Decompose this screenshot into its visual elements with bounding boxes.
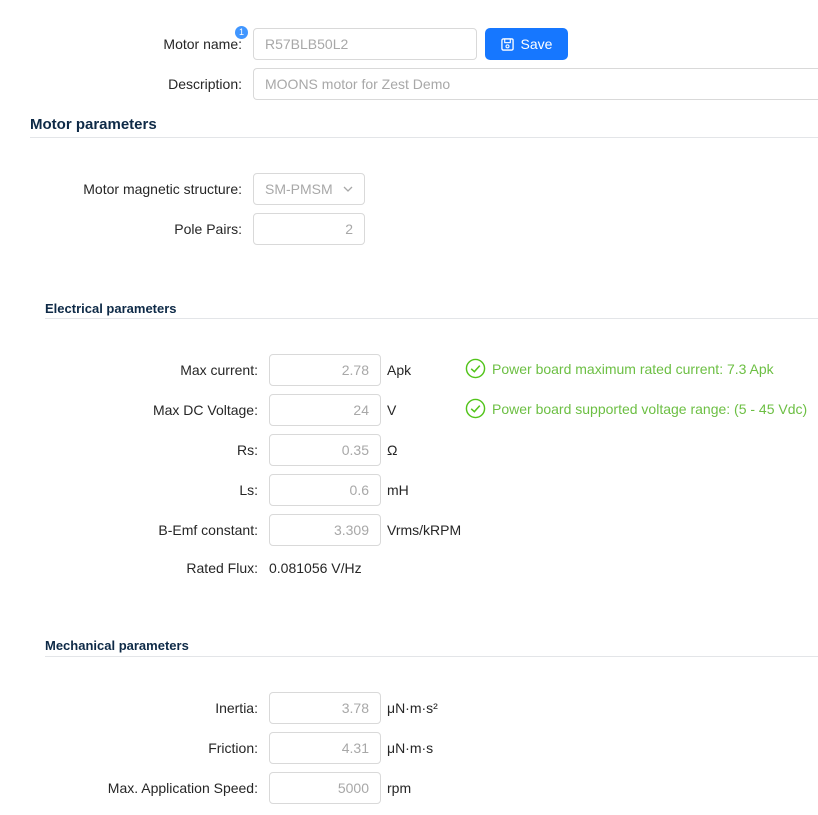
structure-label: Motor magnetic structure: bbox=[83, 181, 242, 197]
inertia-input[interactable]: 3.78 bbox=[269, 692, 381, 724]
max-speed-label: Max. Application Speed: bbox=[107, 780, 258, 796]
rs-input[interactable]: 0.35 bbox=[269, 434, 381, 466]
ls-label: Ls: bbox=[239, 482, 258, 498]
structure-select[interactable]: SM-PMSM bbox=[253, 173, 365, 205]
electrical-parameters-divider bbox=[45, 318, 818, 319]
motor-parameters-divider bbox=[30, 137, 818, 138]
max-dc-voltage-unit: V bbox=[387, 402, 397, 418]
notification-badge: 1 bbox=[235, 26, 248, 39]
rs-unit: Ω bbox=[387, 442, 398, 458]
max-speed-unit: rpm bbox=[387, 780, 412, 796]
motor-name-input[interactable]: R57BLB50L2 bbox=[253, 28, 477, 60]
ls-unit: mH bbox=[387, 482, 409, 498]
rs-label: Rs: bbox=[237, 442, 258, 458]
max-dc-voltage-label: Max DC Voltage: bbox=[152, 402, 258, 418]
save-icon bbox=[500, 37, 514, 51]
mechanical-parameters-divider bbox=[45, 656, 818, 657]
bemf-label: B-Emf constant: bbox=[158, 522, 258, 538]
max-dc-voltage-status: Power board supported voltage range: (5 … bbox=[465, 398, 807, 419]
pole-pairs-label: Pole Pairs: bbox=[174, 221, 242, 237]
max-current-label: Max current: bbox=[180, 362, 258, 378]
save-button-label: Save bbox=[520, 36, 553, 52]
description-input[interactable]: MOONS motor for Zest Demo bbox=[253, 68, 818, 100]
max-dc-voltage-input[interactable]: 24 bbox=[269, 394, 381, 426]
check-circle-icon bbox=[465, 358, 486, 379]
max-dc-voltage-status-text: Power board supported voltage range: (5 … bbox=[492, 400, 808, 417]
save-button[interactable]: Save bbox=[485, 28, 568, 60]
max-current-status: Power board maximum rated current: 7.3 A… bbox=[465, 358, 774, 379]
max-current-status-text: Power board maximum rated current: 7.3 A… bbox=[492, 360, 774, 377]
inertia-label: Inertia: bbox=[215, 700, 258, 716]
structure-select-value: SM-PMSM bbox=[265, 181, 333, 197]
motor-parameters-heading: Motor parameters bbox=[30, 116, 157, 133]
chevron-down-icon bbox=[343, 186, 353, 192]
pole-pairs-input[interactable]: 2 bbox=[253, 213, 365, 245]
rated-flux-value: 0.081056 V/Hz bbox=[269, 560, 362, 576]
inertia-unit: μN·m·s² bbox=[387, 700, 438, 716]
friction-input[interactable]: 4.31 bbox=[269, 732, 381, 764]
electrical-parameters-heading: Electrical parameters bbox=[45, 301, 177, 316]
rated-flux-label: Rated Flux: bbox=[186, 560, 258, 576]
bemf-unit: Vrms/kRPM bbox=[387, 522, 462, 538]
motor-name-label: Motor name: bbox=[163, 36, 242, 52]
friction-unit: μN·m·s bbox=[387, 740, 434, 756]
ls-input[interactable]: 0.6 bbox=[269, 474, 381, 506]
mechanical-parameters-heading: Mechanical parameters bbox=[45, 638, 189, 653]
description-label: Description: bbox=[168, 76, 242, 92]
friction-label: Friction: bbox=[208, 740, 258, 756]
bemf-input[interactable]: 3.309 bbox=[269, 514, 381, 546]
check-circle-icon bbox=[465, 398, 486, 419]
max-current-unit: Apk bbox=[387, 362, 412, 378]
max-current-input[interactable]: 2.78 bbox=[269, 354, 381, 386]
max-speed-input[interactable]: 5000 bbox=[269, 772, 381, 804]
